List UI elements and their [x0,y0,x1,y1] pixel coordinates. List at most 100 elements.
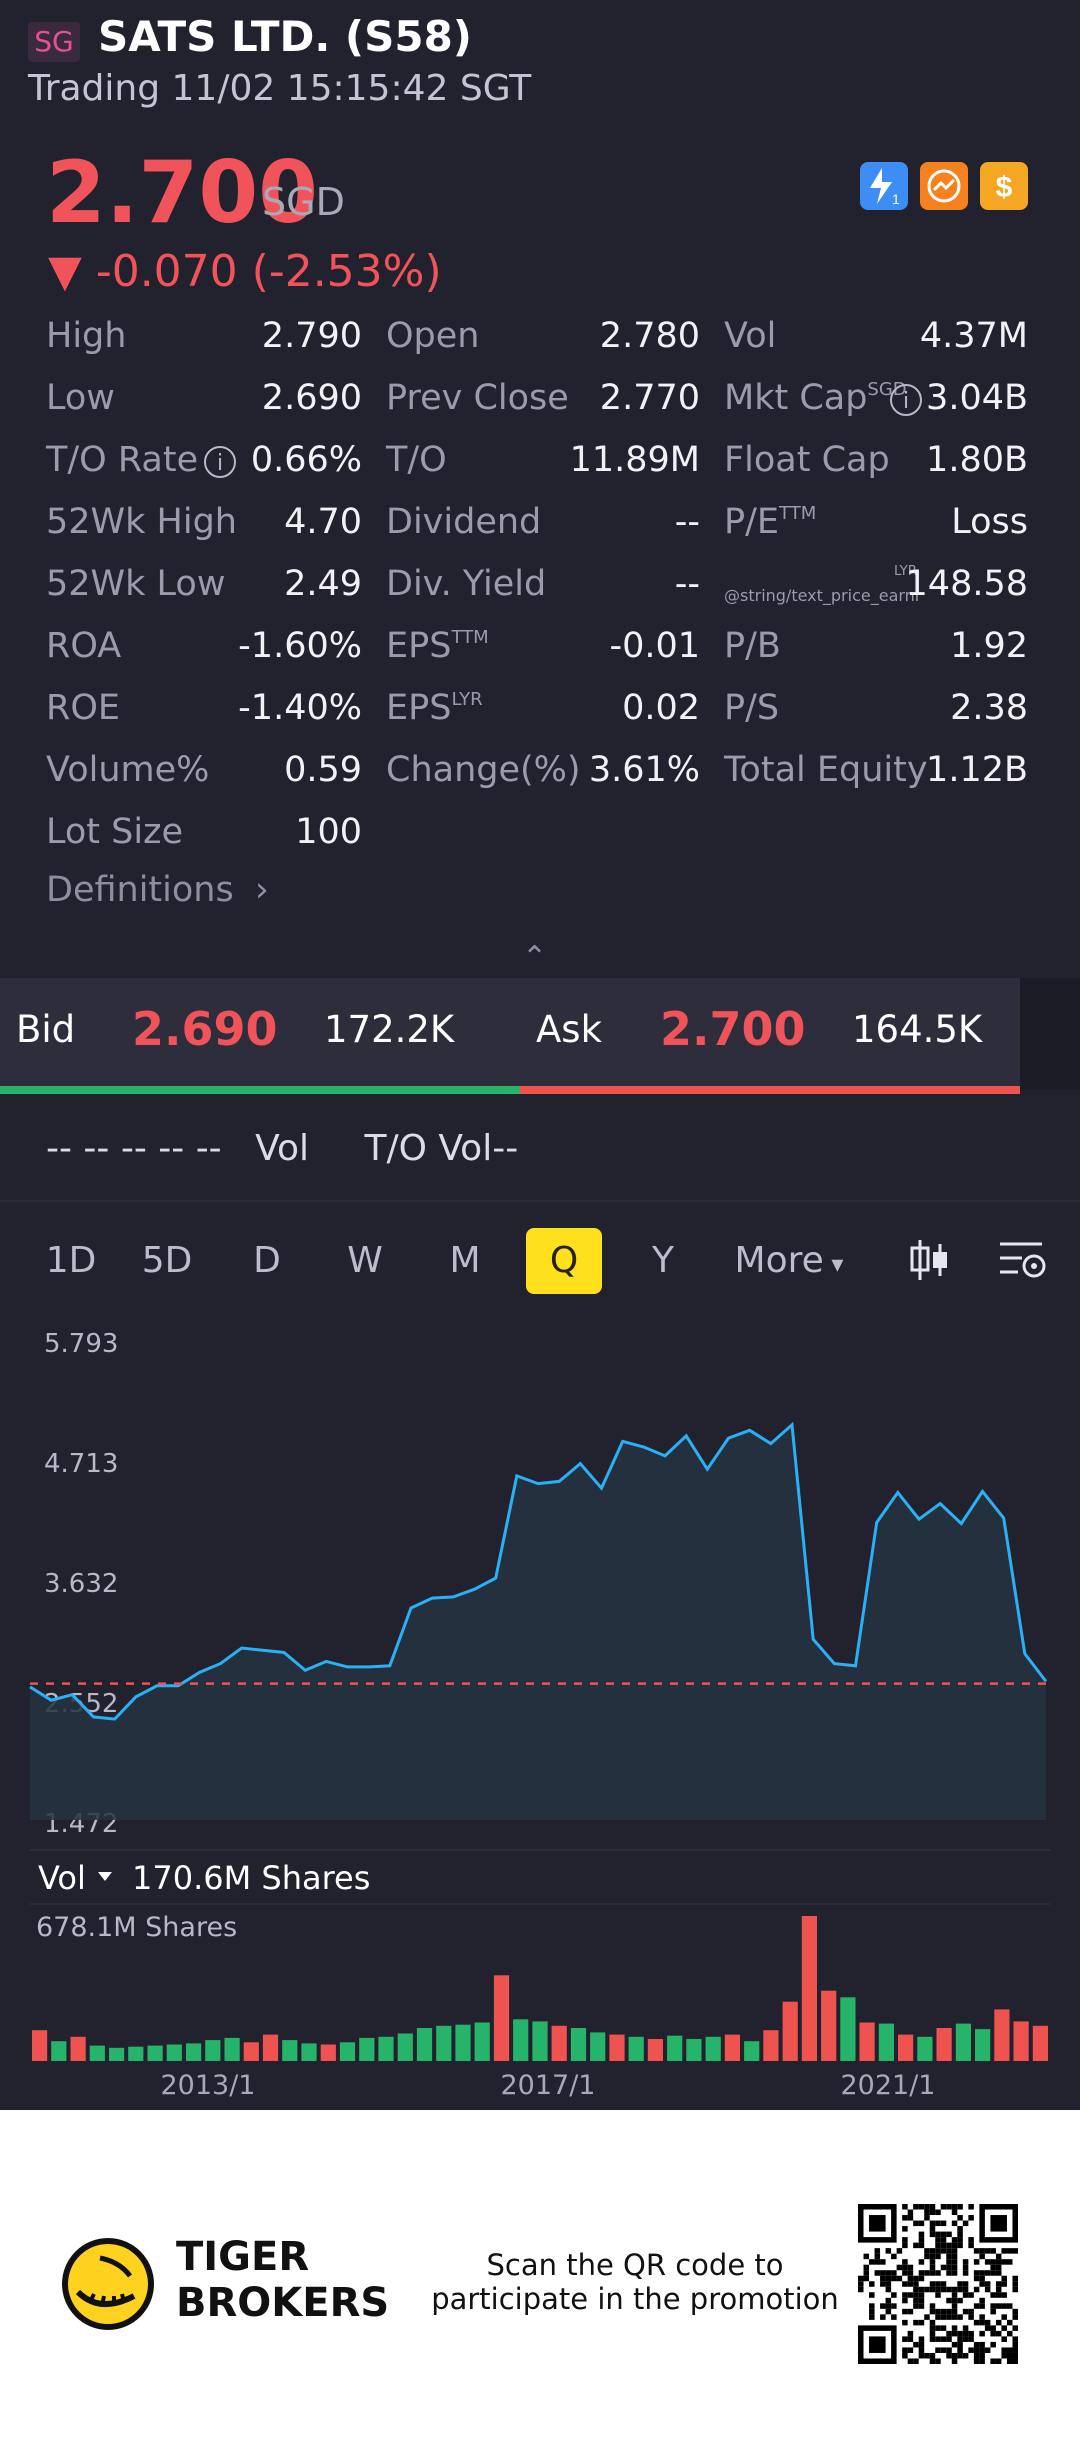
price-volume-chart[interactable]: 5.7934.7133.6322.5521.472Vol 170.6M Share… [0,1300,1080,2100]
volume-bar [878,2023,894,2061]
qr-module [968,2242,974,2249]
qr-module [858,2275,864,2282]
period-tab-m[interactable]: M [434,1228,496,1294]
collapse-chevron-icon[interactable]: ⌃ [522,940,547,975]
qr-module [891,2253,897,2260]
period-tab-1d[interactable]: 1D [38,1228,104,1294]
qr-module [962,2270,969,2276]
qr-module [863,2264,870,2271]
qr-module [874,2270,881,2276]
stat-label-superscript: LYR [451,689,483,710]
stat-label: @string/text_price_earni LYR [724,564,920,605]
period-tab-label: Y [652,1240,674,1281]
qr-module [885,2281,892,2287]
info-icon[interactable]: i [890,384,922,416]
qr-finder-module [869,2336,886,2353]
price-change: ▼ -0.070 (-2.53%) [48,246,442,297]
qr-module [1012,2358,1018,2364]
volume-bar [70,2036,86,2061]
volume-bar [1032,2025,1048,2061]
stat-value: 2.780 [599,316,700,356]
qr-module [979,2341,985,2348]
qr-module [902,2264,908,2271]
qr-module [902,2226,908,2232]
chart-settings-icon[interactable] [994,1232,1050,1288]
qr-module [968,2347,974,2353]
qr-module [935,2242,941,2249]
qr-module [1001,2259,1007,2265]
qr-code[interactable] [858,2204,1018,2364]
volume-bar [898,2034,914,2061]
stat-value: 2.770 [599,378,700,418]
period-tab-d[interactable]: D [236,1228,298,1294]
qr-module [918,2297,925,2304]
qr-module [913,2242,919,2249]
dollar-icon[interactable]: $ [980,162,1028,210]
qr-module [1001,2325,1007,2331]
volume-bar [1013,2021,1029,2061]
volume-summary-row: -- -- -- -- -- Vol T/O Vol-- [46,1128,518,1169]
volume-bar [186,2043,202,2061]
stat-value: 11.89M [569,440,700,480]
qr-module [902,2336,908,2342]
qr-module [973,2275,980,2282]
qr-module [1012,2308,1018,2315]
bid-ask-side-strip [1020,978,1080,1090]
period-tab-w[interactable]: W [334,1228,396,1294]
qr-module [973,2303,980,2309]
qr-module [869,2314,875,2320]
qr-module [929,2319,936,2326]
qr-module [885,2303,892,2309]
qr-module [946,2286,952,2293]
candlestick-icon[interactable] [902,1232,958,1288]
info-icon[interactable]: i [204,446,236,478]
stat-label-text: @string/text_price_earni [724,586,920,605]
qr-module [858,2281,864,2287]
bid-price: 2.690 [132,1002,278,1056]
stat-label: High [46,316,126,356]
lightning-1-icon[interactable]: 1 [860,162,908,210]
definitions-label: Definitions [46,870,234,910]
period-tab-y[interactable]: Y [632,1228,694,1294]
ask-size: 164.5K [852,1008,983,1051]
volume-bar [493,1975,510,2061]
qr-module [902,2215,908,2221]
stat-label: ROA [46,626,121,666]
qr-module [973,2259,980,2265]
qr-module [940,2204,947,2210]
qr-module [891,2303,897,2309]
period-tab-5d[interactable]: 5D [134,1228,200,1294]
y-tick-label: 5.793 [44,1329,118,1359]
qr-module [951,2358,958,2364]
qr-module [924,2314,930,2320]
qr-module [984,2347,991,2353]
stat-value: -- [674,564,700,604]
qr-module [951,2297,958,2304]
definitions-link[interactable]: Definitions › [46,870,269,910]
qr-module [1006,2330,1013,2337]
qr-module [902,2352,908,2359]
ask-price: 2.700 [660,1002,806,1056]
stat-value: 4.37M [919,316,1028,356]
qr-finder-module [869,2215,886,2232]
stat-label: Float Cap [724,440,890,480]
period-tab-q[interactable]: Q [526,1228,602,1294]
volume-bar [378,2036,394,2061]
period-tab-more[interactable]: More ▾ [724,1228,854,1294]
qr-module [990,2303,996,2309]
qr-module [1001,2292,1007,2298]
qr-module [913,2297,919,2304]
qr-module [973,2358,980,2364]
volume-bar [705,2036,721,2061]
qr-module [979,2248,985,2254]
stat-value: 2.790 [261,316,362,356]
qr-module [979,2358,985,2364]
qr-module [929,2281,936,2287]
qr-module [902,2204,908,2210]
chart-circle-icon[interactable] [920,162,968,210]
qr-module [902,2259,908,2265]
volume-bar [590,2032,606,2061]
qr-module [968,2292,974,2298]
stat-value: 148.58 [905,564,1028,604]
qr-finder-module [990,2215,1007,2232]
